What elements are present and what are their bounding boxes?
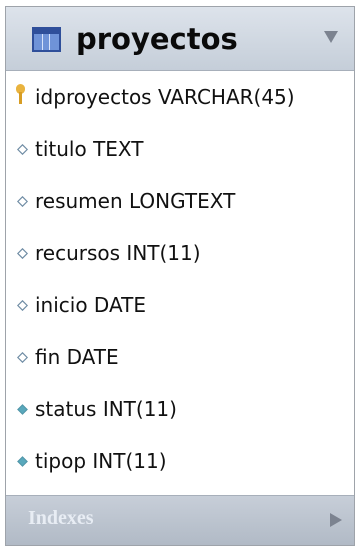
collapse-toggle-icon[interactable]: [324, 31, 338, 43]
table-icon: [32, 27, 61, 52]
diamond-filled-icon: [17, 404, 28, 415]
indexes-label: Indexes: [28, 507, 94, 529]
diamond-outline-icon: [17, 196, 28, 207]
column-row-status[interactable]: status INT(11): [6, 383, 354, 435]
column-row-tipop[interactable]: tipop INT(11): [6, 435, 354, 487]
column-label: tipop INT(11): [35, 449, 167, 473]
table-header[interactable]: proyectos: [6, 7, 354, 71]
table-title[interactable]: proyectos: [76, 19, 238, 59]
column-label: recursos INT(11): [35, 241, 201, 265]
column-label: resumen LONGTEXT: [35, 189, 236, 213]
diamond-outline-icon: [17, 248, 28, 259]
column-label: inicio DATE: [35, 293, 146, 317]
column-label: titulo TEXT: [35, 137, 144, 161]
column-row-idproyectos[interactable]: idproyectos VARCHAR(45): [6, 71, 354, 123]
expand-toggle-icon[interactable]: [330, 513, 342, 527]
column-label: fin DATE: [35, 345, 119, 369]
diamond-outline-icon: [17, 144, 28, 155]
column-row-fin[interactable]: fin DATE: [6, 331, 354, 383]
diamond-outline-icon: [17, 300, 28, 311]
column-label: status INT(11): [35, 397, 177, 421]
column-row-resumen[interactable]: resumen LONGTEXT: [6, 175, 354, 227]
column-row-titulo[interactable]: titulo TEXT: [6, 123, 354, 175]
diamond-outline-icon: [17, 352, 28, 363]
table-widget[interactable]: proyectos idproyectos VARCHAR(45) titulo…: [5, 6, 355, 546]
column-label: idproyectos VARCHAR(45): [35, 85, 295, 109]
indexes-section[interactable]: Indexes: [6, 495, 354, 545]
key-icon: [16, 84, 25, 105]
diamond-filled-icon: [17, 456, 28, 467]
column-list: idproyectos VARCHAR(45) titulo TEXT resu…: [6, 71, 354, 487]
column-row-inicio[interactable]: inicio DATE: [6, 279, 354, 331]
column-row-recursos[interactable]: recursos INT(11): [6, 227, 354, 279]
